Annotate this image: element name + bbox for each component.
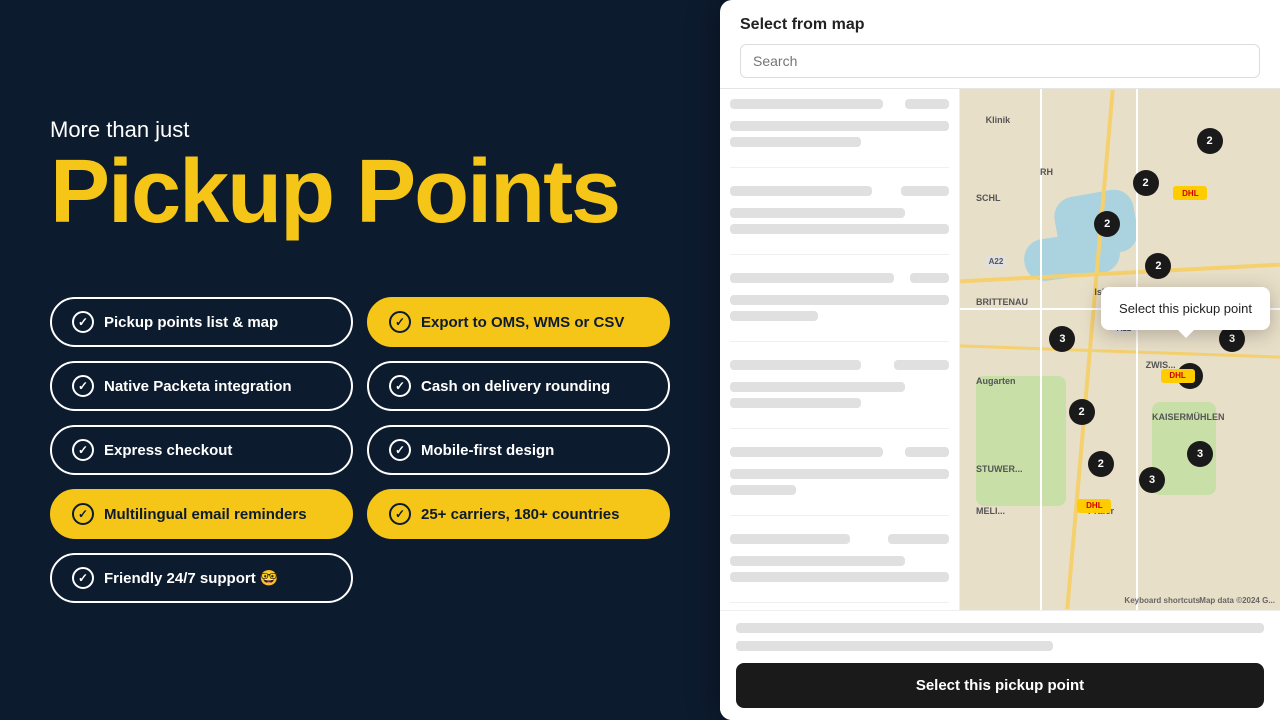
dhl-pin-2: DHL xyxy=(1161,369,1195,383)
list-side[interactable] xyxy=(720,89,960,610)
feature-badge-carriers: ✓ 25+ carriers, 180+ countries xyxy=(367,489,670,539)
feature-badge-multilingual: ✓ Multilingual email reminders xyxy=(50,489,353,539)
list-item xyxy=(730,273,949,342)
checkmark-icon: ✓ xyxy=(72,439,94,461)
search-input[interactable] xyxy=(740,44,1260,78)
panel-content: Klinik SCHL RH Isl... BRITTENAU Augarten… xyxy=(720,89,1280,610)
checkmark-icon: ✓ xyxy=(389,439,411,461)
panel-title: Select from map xyxy=(740,16,1260,34)
panel-header: Select from map xyxy=(720,0,1280,89)
list-item xyxy=(730,447,949,516)
select-pickup-button[interactable]: Select this pickup point xyxy=(736,663,1264,708)
map-pin-11[interactable]: 3 xyxy=(1139,467,1165,493)
dhl-pin-3: DHL xyxy=(1077,499,1111,513)
map-side[interactable]: Klinik SCHL RH Isl... BRITTENAU Augarten… xyxy=(960,89,1280,610)
checkmark-icon: ✓ xyxy=(72,503,94,525)
list-item xyxy=(730,534,949,603)
checkmark-icon: ✓ xyxy=(72,567,94,589)
map-pin-2[interactable]: 2 xyxy=(1094,211,1120,237)
map-pin-4[interactable]: 2 xyxy=(1197,128,1223,154)
checkmark-icon: ✓ xyxy=(72,311,94,333)
bottom-bar: Select this pickup point xyxy=(720,610,1280,720)
dhl-pin-1: DHL xyxy=(1173,186,1207,200)
map-pin-1[interactable]: 2 xyxy=(1133,170,1159,196)
feature-label: Express checkout xyxy=(104,442,232,459)
feature-label: Friendly 24/7 support 🤓 xyxy=(104,569,279,587)
feature-badge-express: ✓ Express checkout xyxy=(50,425,353,475)
checkmark-icon: ✓ xyxy=(72,375,94,397)
feature-label: 25+ carriers, 180+ countries xyxy=(421,506,619,523)
feature-label: Cash on delivery rounding xyxy=(421,378,610,395)
map-pin-10[interactable]: 3 xyxy=(1187,441,1213,467)
feature-label: Native Packeta integration xyxy=(104,378,292,395)
feature-label: Export to OMS, WMS or CSV xyxy=(421,314,624,331)
feature-badge-support: ✓ Friendly 24/7 support 🤓 xyxy=(50,553,353,603)
subtitle: More than just xyxy=(50,117,670,143)
feature-label: Mobile-first design xyxy=(421,442,554,459)
map-popup[interactable]: Select this pickup point xyxy=(1101,287,1270,330)
feature-label: Multilingual email reminders xyxy=(104,506,307,523)
feature-badge-export: ✓ Export to OMS, WMS or CSV xyxy=(367,297,670,347)
right-panel: Select from map xyxy=(720,0,1280,720)
feature-badge-packeta: ✓ Native Packeta integration xyxy=(50,361,353,411)
main-title: Pickup Points xyxy=(50,147,670,237)
list-item xyxy=(730,186,949,255)
map-pin-9[interactable]: 3 xyxy=(1219,326,1245,352)
list-item xyxy=(730,99,949,168)
feature-badge-cod: ✓ Cash on delivery rounding xyxy=(367,361,670,411)
list-item xyxy=(730,360,949,429)
map-pin-7[interactable]: 2 xyxy=(1088,451,1114,477)
map-container: Klinik SCHL RH Isl... BRITTENAU Augarten… xyxy=(960,89,1280,610)
map-pin-6[interactable]: 2 xyxy=(1069,399,1095,425)
checkmark-icon: ✓ xyxy=(389,503,411,525)
feature-badge-mobile: ✓ Mobile-first design xyxy=(367,425,670,475)
feature-label: Pickup points list & map xyxy=(104,314,278,331)
features-grid: ✓ Pickup points list & map ✓ Export to OMS,… xyxy=(50,297,670,603)
checkmark-icon: ✓ xyxy=(389,375,411,397)
map-pin-3[interactable]: 2 xyxy=(1145,253,1171,279)
left-panel: More than just Pickup Points ✓ Pickup poi… xyxy=(0,0,720,720)
checkmark-icon: ✓ xyxy=(389,311,411,333)
feature-badge-pickup-map: ✓ Pickup points list & map xyxy=(50,297,353,347)
map-pin-8[interactable]: 3 xyxy=(1049,326,1075,352)
